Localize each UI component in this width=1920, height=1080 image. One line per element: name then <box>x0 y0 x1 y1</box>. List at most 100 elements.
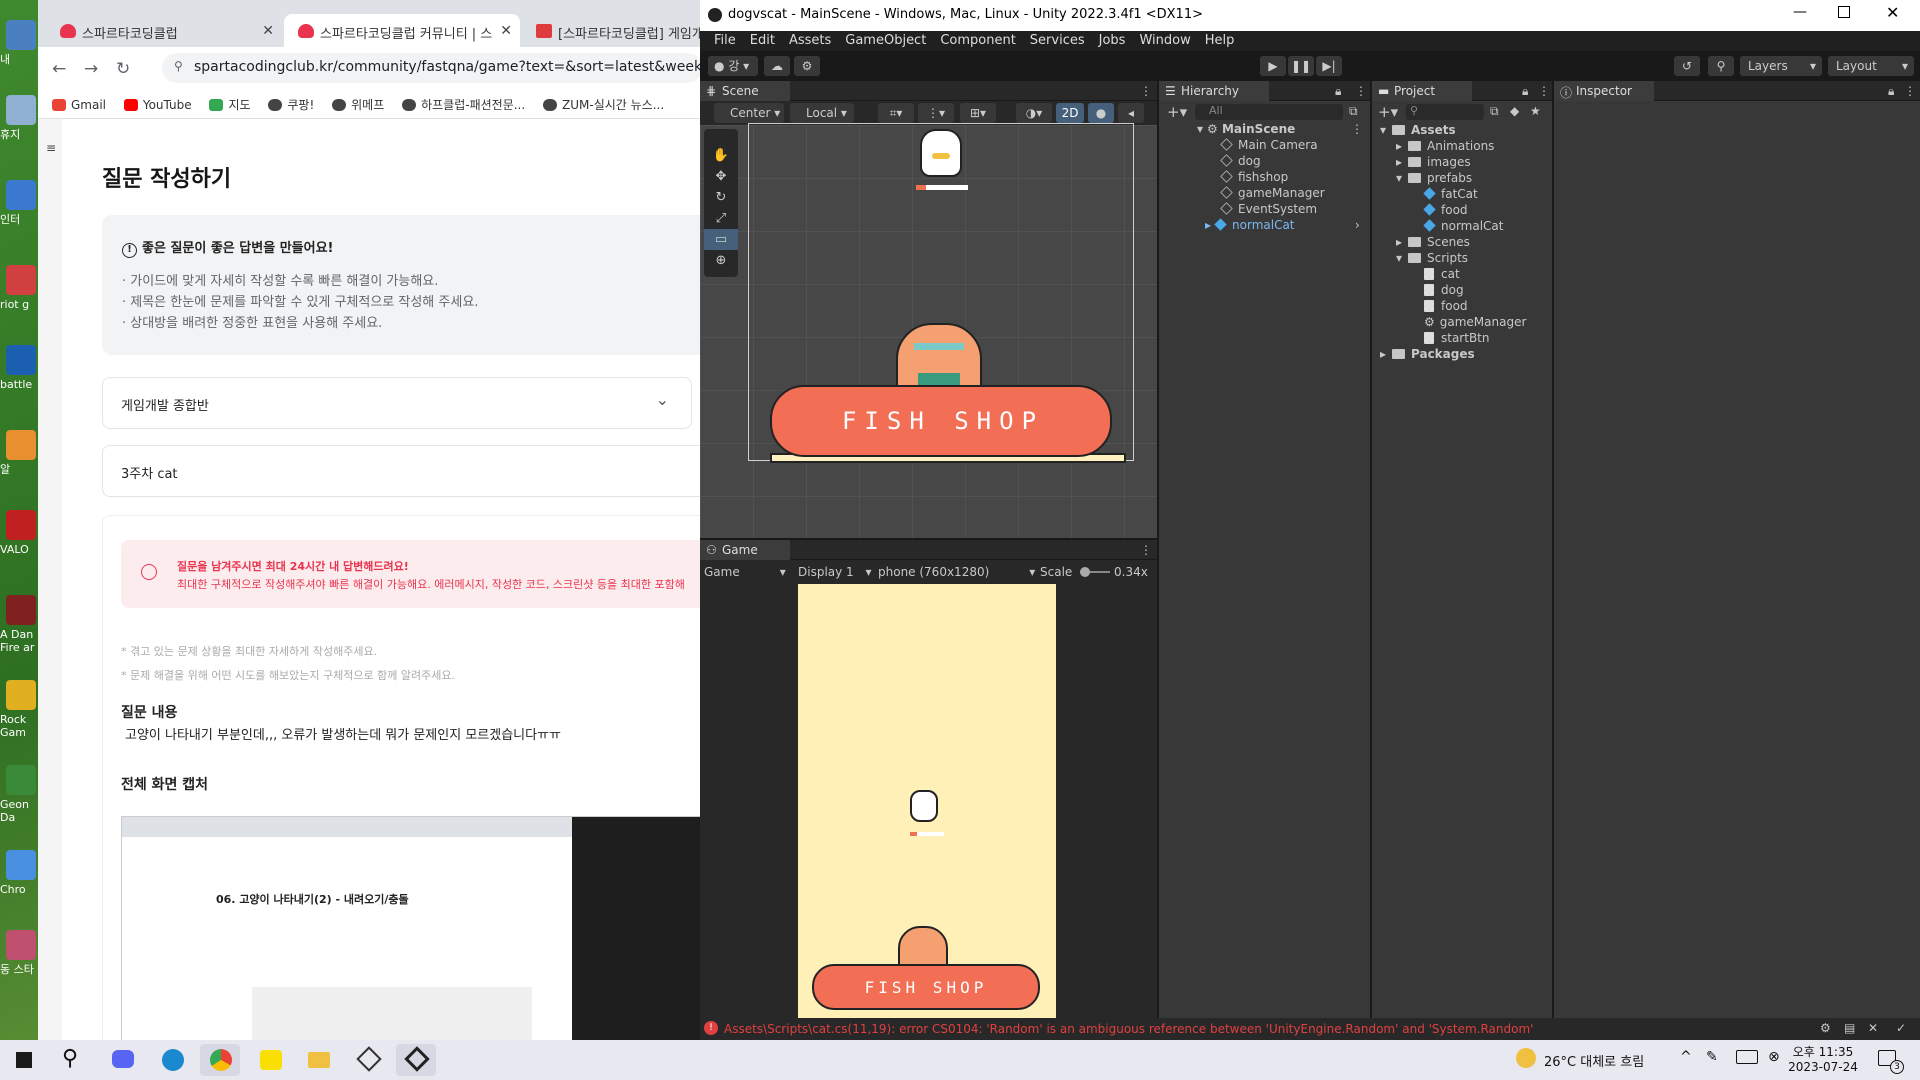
minimize-icon[interactable]: — <box>1793 4 1807 20</box>
bookmark-zum[interactable]: ZUM-실시간 뉴스... <box>543 96 664 113</box>
browser-tab-active[interactable]: 스파르타코딩클럽 커뮤니티 | 스 ✕ <box>284 14 520 47</box>
project-item[interactable]: ⚙ gameManager <box>1412 315 1526 329</box>
caret-icon[interactable]: ▸ <box>1396 139 1408 153</box>
favorite-icon[interactable]: ★ <box>1530 104 1541 118</box>
caret-icon[interactable]: ▸ <box>1380 347 1392 361</box>
filter-icon[interactable]: ⧉ <box>1490 104 1499 119</box>
back-icon[interactable]: ← <box>52 59 66 79</box>
increment-icon[interactable]: ⊞▾ <box>960 103 996 123</box>
desktop-icon[interactable]: riot g <box>0 265 40 311</box>
menu-gameobject[interactable]: GameObject <box>845 33 926 48</box>
project-item[interactable]: ▸ Packages <box>1380 347 1475 361</box>
desktop-icon[interactable]: 인터 <box>0 180 40 226</box>
status-bar[interactable]: ! Assets\Scripts\cat.cs(11,19): error CS… <box>700 1018 1920 1040</box>
caret-icon[interactable]: ▾ <box>1396 171 1408 185</box>
project-item[interactable]: dog <box>1412 283 1464 297</box>
resolution-dropdown[interactable]: phone (760x1280) ▾ <box>878 565 1035 579</box>
grid-snap-icon[interactable]: ⌗▾ <box>878 103 914 123</box>
layers-dropdown[interactable]: Layers ▾ <box>1740 56 1822 76</box>
project-item[interactable]: food <box>1412 203 1468 217</box>
kebab-menu-icon[interactable]: ⋮ <box>1351 122 1363 136</box>
desktop-icon[interactable]: A Dan Fire ar <box>0 595 40 654</box>
game-view-dropdown[interactable]: Game ▾ <box>704 565 786 579</box>
cloud-icon[interactable]: ☁ <box>764 56 790 76</box>
close-icon[interactable]: ✕ <box>1886 3 1899 22</box>
chevron-right-icon[interactable]: › <box>1355 218 1360 232</box>
desktop-icon[interactable]: 동 스타 <box>0 930 40 976</box>
file-explorer-icon[interactable] <box>298 1044 338 1076</box>
hierarchy-item[interactable]: gameManager <box>1220 186 1325 200</box>
hierarchy-item[interactable]: dog <box>1220 154 1261 168</box>
rect-tool-icon[interactable]: ▭ <box>704 229 738 250</box>
bookmark-wemakeprice[interactable]: 위메프 <box>332 96 384 113</box>
browser-tab[interactable]: 스파르타코딩클럽 ✕ <box>46 14 282 47</box>
lock-icon[interactable]: 🔒︎ <box>1888 84 1894 99</box>
bookmark-youtube[interactable]: YouTube <box>123 98 192 112</box>
step-icon[interactable]: ▶| <box>1316 56 1342 76</box>
move-tool-icon[interactable]: ✥ <box>704 166 738 187</box>
site-info-icon[interactable]: ⚲ <box>174 59 183 73</box>
hierarchy-item[interactable]: EventSystem <box>1220 202 1317 216</box>
menu-assets[interactable]: Assets <box>789 33 831 48</box>
caret-icon[interactable]: ▾ <box>1396 251 1408 265</box>
bookmark-gmail[interactable]: Gmail <box>52 98 106 112</box>
project-item[interactable]: normalCat <box>1412 219 1503 233</box>
project-item[interactable]: ▾ prefabs <box>1396 171 1472 185</box>
content-editor[interactable]: 질문을 남겨주시면 최대 24시간 내 답변해드려요! 최대한 구체적으로 작성… <box>102 515 700 1040</box>
snap-icon[interactable]: ⋮▾ <box>918 103 954 123</box>
project-item[interactable]: food <box>1412 299 1468 313</box>
check-icon[interactable]: ✓ <box>1896 1021 1906 1035</box>
scale-slider[interactable] <box>1080 567 1110 577</box>
project-item[interactable]: ▾ Scripts <box>1396 251 1468 265</box>
menu-icon[interactable]: ≡ <box>46 141 56 155</box>
audio-icon[interactable]: ◂ <box>1118 103 1144 123</box>
hierarchy-item[interactable]: Main Camera <box>1220 138 1318 152</box>
weather-text[interactable]: 26°C 대체로 흐림 <box>1544 1051 1644 1070</box>
layout-dropdown[interactable]: Layout ▾ <box>1828 56 1914 76</box>
browser-tab[interactable]: [스파르타코딩클럽] 게임개 <box>522 14 700 47</box>
desktop-icon[interactable]: Geon Da <box>0 765 40 824</box>
add-icon[interactable]: +▾ <box>1167 103 1187 121</box>
chrome-icon[interactable] <box>200 1044 240 1076</box>
tag-icon[interactable]: ◆ <box>1510 104 1519 118</box>
discord-icon[interactable] <box>102 1044 142 1076</box>
tab-game[interactable]: ⚇ Game <box>700 540 790 560</box>
kebab-menu-icon[interactable]: ⋮ <box>1140 543 1152 557</box>
shading-icon[interactable]: ◑▾ <box>1016 103 1052 123</box>
caret-icon[interactable]: ▸ <box>1396 235 1408 249</box>
desktop-icon[interactable]: 알 <box>0 430 40 476</box>
kebab-menu-icon[interactable]: ⋮ <box>1538 84 1550 98</box>
search-icon[interactable]: ⚲ <box>52 1044 92 1076</box>
desktop-icon[interactable]: Rock Gam <box>0 680 40 739</box>
debug-icon[interactable]: ⚙ <box>1820 1021 1831 1035</box>
desktop-icon[interactable]: VALO <box>0 510 40 556</box>
search-icon[interactable]: ⚲ <box>1708 56 1734 76</box>
hierarchy-item[interactable]: fishshop <box>1220 170 1288 184</box>
transform-tool-icon[interactable]: ⊕ <box>704 250 738 271</box>
project-search[interactable]: ⚲ <box>1406 104 1484 120</box>
2d-toggle[interactable]: 2D <box>1056 103 1084 123</box>
add-icon[interactable]: +▾ <box>1378 103 1398 121</box>
hand-tool-icon[interactable]: ✋ <box>704 145 738 166</box>
input-method-icon[interactable]: ⊗ <box>1768 1049 1780 1065</box>
tab-hierarchy[interactable]: ☰ Hierarchy <box>1159 81 1269 101</box>
tab-project[interactable]: ▬ Project <box>1372 81 1472 101</box>
lighting-icon[interactable]: ● <box>1088 103 1114 123</box>
project-item[interactable]: fatCat <box>1412 187 1478 201</box>
hierarchy-search[interactable]: All <box>1195 104 1343 120</box>
hierarchy-item-prefab[interactable]: ▸ normalCat <box>1205 218 1295 232</box>
caret-icon[interactable]: ▸ <box>1396 155 1408 169</box>
desktop-icon[interactable]: 휴지 <box>0 95 40 141</box>
desktop-icon[interactable]: Chro <box>0 850 40 896</box>
collab-icon[interactable]: ⚙ <box>794 56 820 76</box>
project-item[interactable]: startBtn <box>1412 331 1490 345</box>
tab-scene[interactable]: ⋕ Scene <box>700 81 790 101</box>
course-select[interactable]: 게임개발 종합반 ⌄ <box>102 377 692 429</box>
kebab-menu-icon[interactable]: ⋮ <box>1904 84 1916 98</box>
menu-jobs[interactable]: Jobs <box>1099 33 1126 48</box>
filter-icon[interactable]: ⧉ <box>1349 104 1358 119</box>
fishshop-sign[interactable]: FISH SHOP <box>770 385 1112 457</box>
history-icon[interactable]: ↺ <box>1674 56 1700 76</box>
caret-icon[interactable]: ▾ <box>1380 123 1392 137</box>
unity-icon[interactable] <box>396 1044 436 1076</box>
